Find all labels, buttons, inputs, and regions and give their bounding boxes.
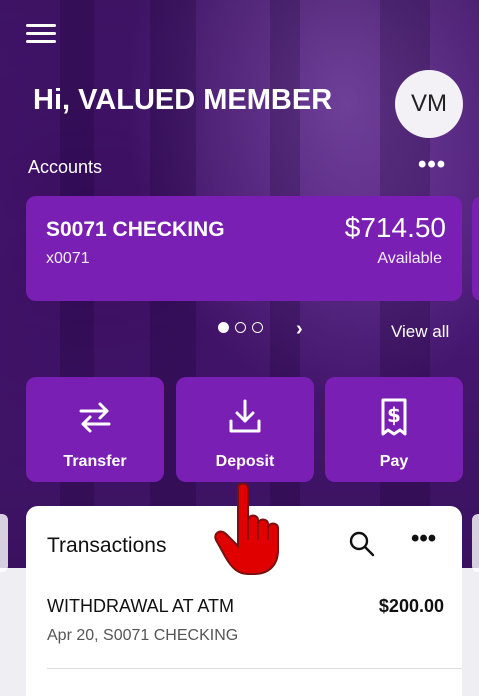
- transaction-description: WITHDRAWAL AT ATM: [47, 596, 235, 616]
- hand-pointer-icon: [210, 478, 290, 578]
- chevron-right-icon[interactable]: ›: [296, 318, 303, 341]
- transfer-arrows-icon: [26, 397, 164, 437]
- more-horizontal-icon[interactable]: •••: [418, 151, 446, 179]
- transaction-row[interactable]: WITHDRAWAL AT ATM $200.00 Apr 20, S0071 …: [26, 584, 462, 666]
- pager-dot-active[interactable]: [218, 322, 229, 333]
- dollar-sign-icon: $: [387, 403, 401, 427]
- pager-dot[interactable]: [235, 322, 246, 333]
- pay-label: Pay: [379, 453, 409, 470]
- bill-receipt-icon: $: [325, 397, 463, 437]
- view-all-link[interactable]: View all: [391, 322, 449, 342]
- deposit-button[interactable]: Deposit: [176, 377, 314, 482]
- transfer-button[interactable]: Transfer: [26, 377, 164, 482]
- side-panel-edge: [0, 514, 8, 572]
- next-account-card-peek[interactable]: [472, 196, 479, 301]
- pager-dot[interactable]: [252, 322, 263, 333]
- divider: [47, 668, 462, 669]
- account-balance: $714.50: [344, 212, 446, 243]
- search-icon[interactable]: [348, 530, 376, 558]
- transactions-title: Transactions: [47, 534, 167, 557]
- pay-button[interactable]: $ Pay: [325, 377, 463, 482]
- avatar[interactable]: VM: [395, 70, 463, 138]
- account-pager: [218, 322, 263, 333]
- greeting-title: Hi, VALUED MEMBER: [33, 84, 333, 116]
- deposit-download-icon: [176, 397, 314, 437]
- account-card[interactable]: S0071 CHECKING x0071 $714.50 Available: [26, 196, 462, 301]
- more-horizontal-icon[interactable]: •••: [411, 525, 436, 553]
- transaction-subtitle: Apr 20, S0071 CHECKING: [47, 627, 239, 644]
- account-name: S0071 CHECKING: [46, 218, 225, 241]
- transfer-label: Transfer: [63, 453, 127, 470]
- account-number: x0071: [46, 250, 90, 267]
- deposit-label: Deposit: [215, 453, 275, 470]
- transaction-amount: $200.00: [378, 596, 444, 616]
- hamburger-menu-icon[interactable]: [26, 24, 56, 46]
- accounts-title: Accounts: [28, 157, 103, 177]
- balance-label: Available: [377, 250, 442, 267]
- side-panel-edge: [472, 514, 479, 572]
